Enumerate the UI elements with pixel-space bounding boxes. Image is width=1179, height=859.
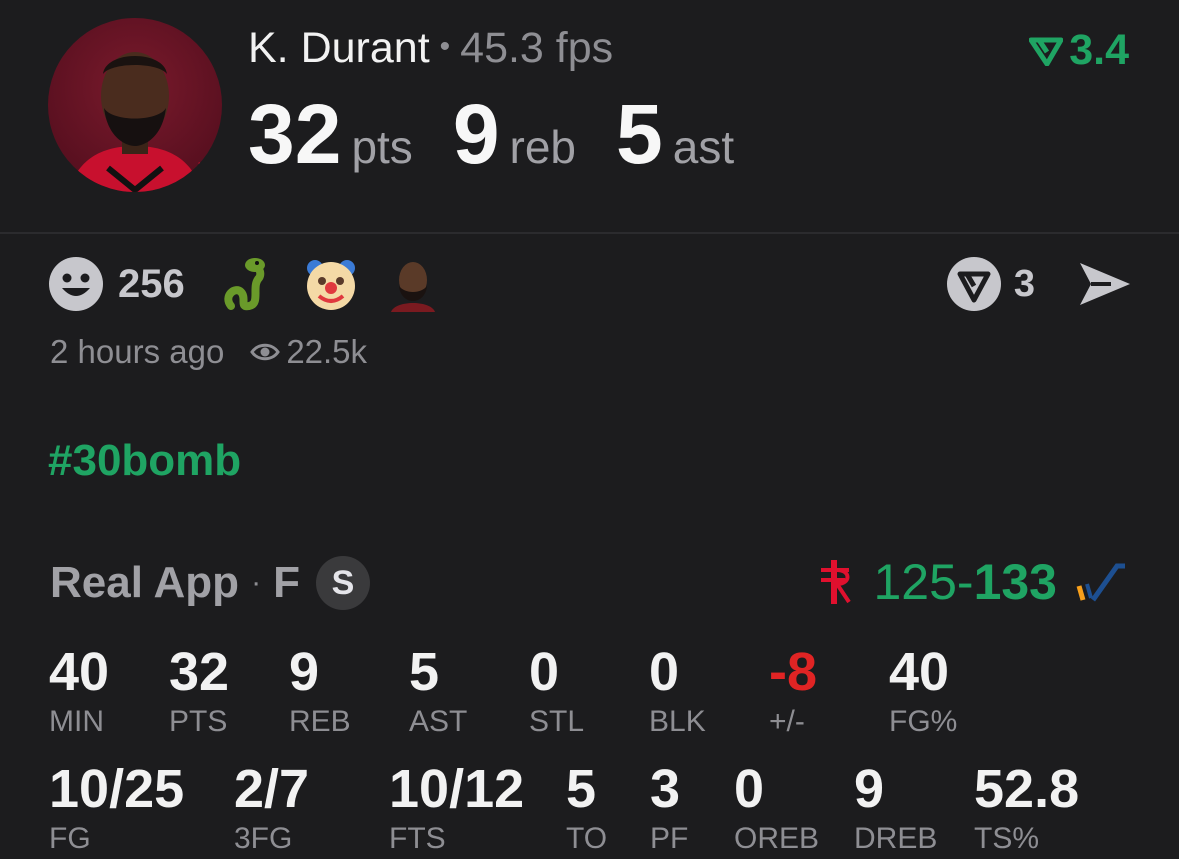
clown-emoji-icon[interactable] xyxy=(303,256,359,312)
player-name-line: K. Durant • 45.3 fps xyxy=(248,24,613,73)
stat-ts-pct: 52.8 TS% xyxy=(974,759,1080,855)
stat-to: 5 TO xyxy=(566,759,608,855)
stat-value-reb: 9 xyxy=(452,87,500,181)
rating-value: 3.4 xyxy=(1069,26,1129,74)
game-header: Real App · F S xyxy=(50,556,370,610)
view-count: 22.5k xyxy=(286,333,368,370)
post-time: 2 hours ago xyxy=(50,333,225,370)
comment-count[interactable]: 3 xyxy=(1014,263,1035,306)
stat-unit-reb: reb xyxy=(509,121,577,173)
stat-stl: 0 STL xyxy=(529,642,585,738)
stat-fts: 10/12 FTS xyxy=(389,759,525,855)
reaction-count[interactable]: 256 xyxy=(118,262,185,307)
player-photo: R xyxy=(68,52,222,192)
real-logo-icon xyxy=(1029,37,1064,66)
stat-pf: 3 PF xyxy=(650,759,689,855)
stat-min: 40 MIN xyxy=(49,642,110,738)
fantasy-points: 45.3 fps xyxy=(460,24,614,72)
smiley-face-icon[interactable] xyxy=(48,256,104,312)
view-counter: 22.5k xyxy=(250,333,367,371)
stat-oreb: 0 OREB xyxy=(734,759,820,855)
hashtag-link[interactable]: #30bomb xyxy=(48,436,241,486)
separator-dot: • xyxy=(439,30,451,63)
starter-badge: S xyxy=(315,556,370,610)
home-score: 125 xyxy=(873,554,957,610)
eye-icon xyxy=(250,343,281,361)
player-avatar[interactable]: R xyxy=(48,18,222,192)
stat-3fg: 2/7 3FG xyxy=(234,759,310,855)
player-name[interactable]: K. Durant xyxy=(248,24,430,72)
stat-plus-minus: -8 +/- xyxy=(769,642,818,738)
jazz-logo-icon xyxy=(1076,563,1125,602)
stat-dreb: 9 DREB xyxy=(854,759,938,855)
stat-ast: 5 AST xyxy=(409,642,468,738)
rating-badge[interactable]: 3.4 xyxy=(1029,26,1129,75)
score-dash: - xyxy=(956,554,974,610)
player-statline: 32 pts 9 reb 5 ast xyxy=(248,86,774,183)
stat-pts: 32 PTS xyxy=(169,642,230,738)
reaction-bar: 256 xyxy=(48,254,467,314)
real-logo-icon[interactable] xyxy=(946,256,1002,312)
stat-value-ast: 5 xyxy=(616,87,663,181)
stat-unit-ast: ast xyxy=(672,121,735,173)
stat-unit-pts: pts xyxy=(351,121,413,173)
player-position: F xyxy=(273,558,300,607)
rockets-logo-icon xyxy=(821,560,852,604)
stat-blk: 0 BLK xyxy=(649,642,706,738)
svg-text:R: R xyxy=(198,154,222,192)
player-face-emoji-icon[interactable] xyxy=(385,256,441,312)
game-score[interactable]: 125-133 xyxy=(815,553,1127,611)
separator-dot: · xyxy=(251,566,262,599)
stat-fg: 10/25 FG xyxy=(49,759,185,855)
stat-reb: 9 REB xyxy=(289,642,351,738)
game-source: Real App xyxy=(50,558,240,607)
stat-value-pts: 32 xyxy=(248,87,342,181)
snake-emoji-icon[interactable] xyxy=(221,256,277,312)
send-arrow-icon[interactable] xyxy=(1077,259,1133,309)
post-meta: 2 hours ago 22.5k xyxy=(50,333,367,371)
stat-fg-pct: 40 FG% xyxy=(889,642,958,738)
post-actions: 3 xyxy=(946,254,1133,314)
away-score: 133 xyxy=(973,554,1057,610)
divider xyxy=(0,232,1179,234)
